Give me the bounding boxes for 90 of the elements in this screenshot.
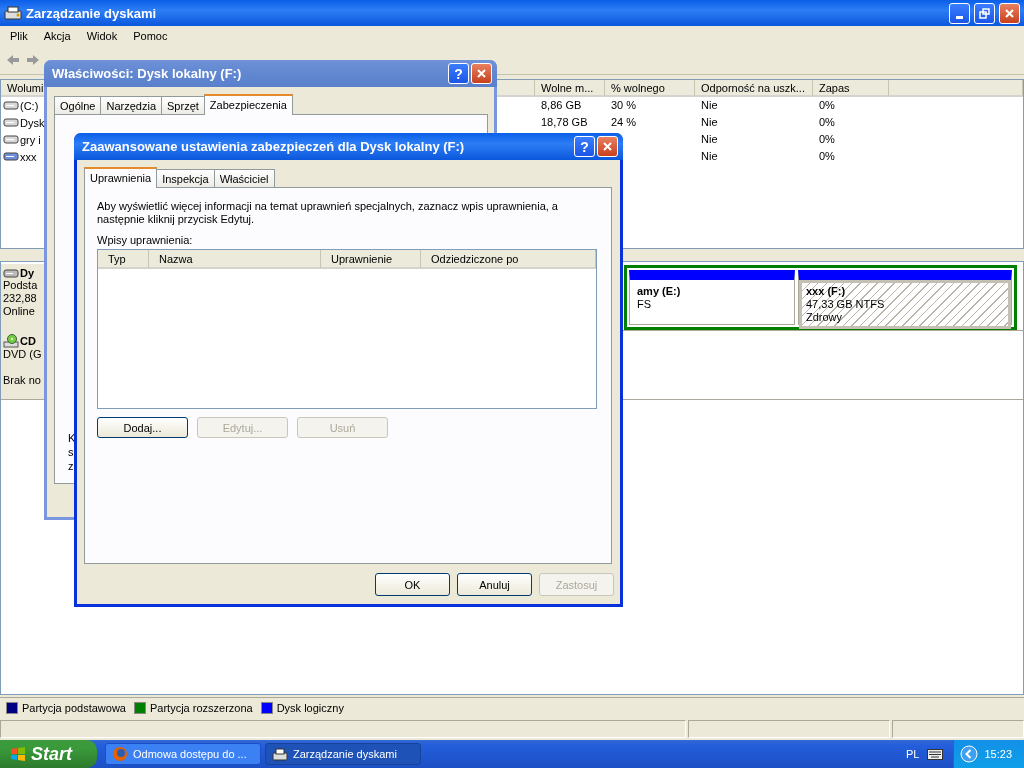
restore-icon (978, 6, 991, 20)
dialog-title: Właściwości: Dysk lokalny (F:) (52, 66, 243, 81)
table-cell-text: 8,86 GB (540, 98, 583, 113)
close-icon (475, 67, 488, 80)
partition-info: Zdrowy (806, 311, 844, 324)
close-icon (601, 140, 614, 153)
list-label: Wpisy uprawnienia: (97, 234, 194, 246)
keyboard-icon[interactable] (927, 748, 944, 760)
table-cell-text: 24 % (610, 115, 638, 130)
column-header[interactable]: Wolumi (1, 80, 45, 97)
help-button[interactable]: ? (574, 136, 595, 157)
tab[interactable]: Inspekcja (156, 169, 215, 187)
tab[interactable]: Narzędzia (100, 96, 162, 114)
back-arrow-icon (6, 54, 20, 66)
close-button[interactable] (597, 136, 618, 157)
help-button[interactable]: ? (448, 63, 469, 84)
disk-info: Podsta (3, 279, 39, 292)
disk-info: 232,88 (3, 292, 38, 305)
partial-text: z (68, 459, 75, 473)
column-header[interactable]: Typ (98, 250, 149, 268)
disk-info: Brak no (3, 374, 42, 387)
table-cell-text: 0% (818, 149, 836, 164)
legend-label: Partycja podstawowa (22, 702, 126, 714)
dialog-button[interactable]: Anuluj (457, 573, 532, 596)
column-header[interactable]: Zapas (813, 80, 889, 97)
dialog-button[interactable]: OK (375, 573, 450, 596)
disk-info: Online (3, 305, 36, 318)
table-cell-text: 30 % (610, 98, 638, 113)
column-header[interactable]: Wolne m... (535, 80, 605, 97)
legend-label: Dysk logiczny (276, 702, 344, 714)
table-cell-text: Nie (700, 132, 719, 147)
partition-title: amy (E:) (637, 285, 682, 298)
disk-info: DVD (G (3, 348, 43, 361)
window-title: Zarządzanie dyskami (26, 5, 158, 21)
drive-icon (3, 117, 19, 128)
partition-title: xxx (F:) (806, 285, 847, 298)
language-indicator[interactable]: PL (906, 748, 920, 760)
drive-icon (3, 134, 19, 145)
column-header[interactable]: Odziedziczone po (421, 250, 596, 268)
table-cell-text: 18,78 GB (540, 115, 589, 130)
chevron-left-icon[interactable] (960, 745, 979, 763)
tab[interactable]: Właściciel (213, 169, 275, 187)
table-cell-text: Nie (700, 149, 719, 164)
minimize-button[interactable] (949, 2, 970, 24)
partition-info: FS (637, 298, 653, 311)
cd-drive-icon (3, 334, 19, 348)
minimize-icon (956, 15, 963, 19)
tab[interactable]: Uprawnienia (84, 167, 158, 188)
table-cell: xxx (20, 150, 37, 163)
menu-item[interactable]: Pomoc (125, 28, 176, 44)
menu-item[interactable]: Akcja (35, 28, 79, 44)
menu-item[interactable]: Widok (78, 28, 126, 44)
permission-list[interactable]: Typ Nazwa Uprawnienie Odziedziczone po (97, 249, 597, 409)
menu-item[interactable]: Plik (2, 28, 36, 44)
tab[interactable]: Zabezpieczenia (203, 94, 293, 115)
description-text: Aby wyświetlić więcej informacji na temat uprawnień specjalnych, zaznacz wpis uprawnienia, a następnie kliknij przycisk Edytuj. (97, 200, 559, 226)
disk-name: Dy (20, 267, 35, 279)
partial-text: s (68, 445, 75, 459)
forward-arrow-icon (26, 54, 40, 66)
column-header[interactable]: Nazwa (149, 250, 321, 268)
globe-icon (112, 746, 128, 762)
taskbar-button[interactable]: Odmowa dostępu do ... (105, 743, 261, 765)
close-button[interactable] (999, 2, 1020, 24)
close-icon (1003, 6, 1016, 20)
drive-icon (3, 151, 19, 162)
tab[interactable]: Ogólne (54, 96, 102, 114)
column-header[interactable]: Odporność na uszk... (695, 80, 813, 97)
partition-info: 47,33 GB NTFS (806, 298, 886, 311)
table-cell-text: 0% (818, 98, 836, 113)
table-cell-text: 0% (818, 132, 836, 147)
taskbar-button[interactable]: Zarządzanie dyskami (265, 743, 421, 765)
table-cell: gry i (20, 133, 41, 146)
table-cell: Dysk (20, 116, 45, 129)
legend-label: Partycja rozszerzona (149, 702, 253, 714)
column-header[interactable]: Uprawnienie (321, 250, 421, 268)
table-cell-text: 0% (818, 115, 836, 130)
column-header[interactable]: % wolnego (605, 80, 695, 97)
table-cell-text: Nie (700, 115, 719, 130)
dialog-title: Zaawansowane ustawienia zabezpieczeń dla Dysk lokalny (F:) (82, 139, 466, 154)
close-button[interactable] (471, 63, 492, 84)
clock: 15:23 (984, 748, 1012, 760)
start-button[interactable]: Start (0, 740, 97, 768)
drive-icon (3, 100, 19, 111)
restore-button[interactable] (974, 2, 995, 24)
action-button[interactable]: Dodaj... (97, 417, 188, 438)
table-cell-text: Nie (700, 98, 719, 113)
disk-name: CD (20, 335, 36, 347)
windows-logo-icon (9, 745, 27, 763)
tab[interactable]: Sprzęt (161, 96, 205, 114)
table-cell: (C:) (20, 99, 39, 112)
